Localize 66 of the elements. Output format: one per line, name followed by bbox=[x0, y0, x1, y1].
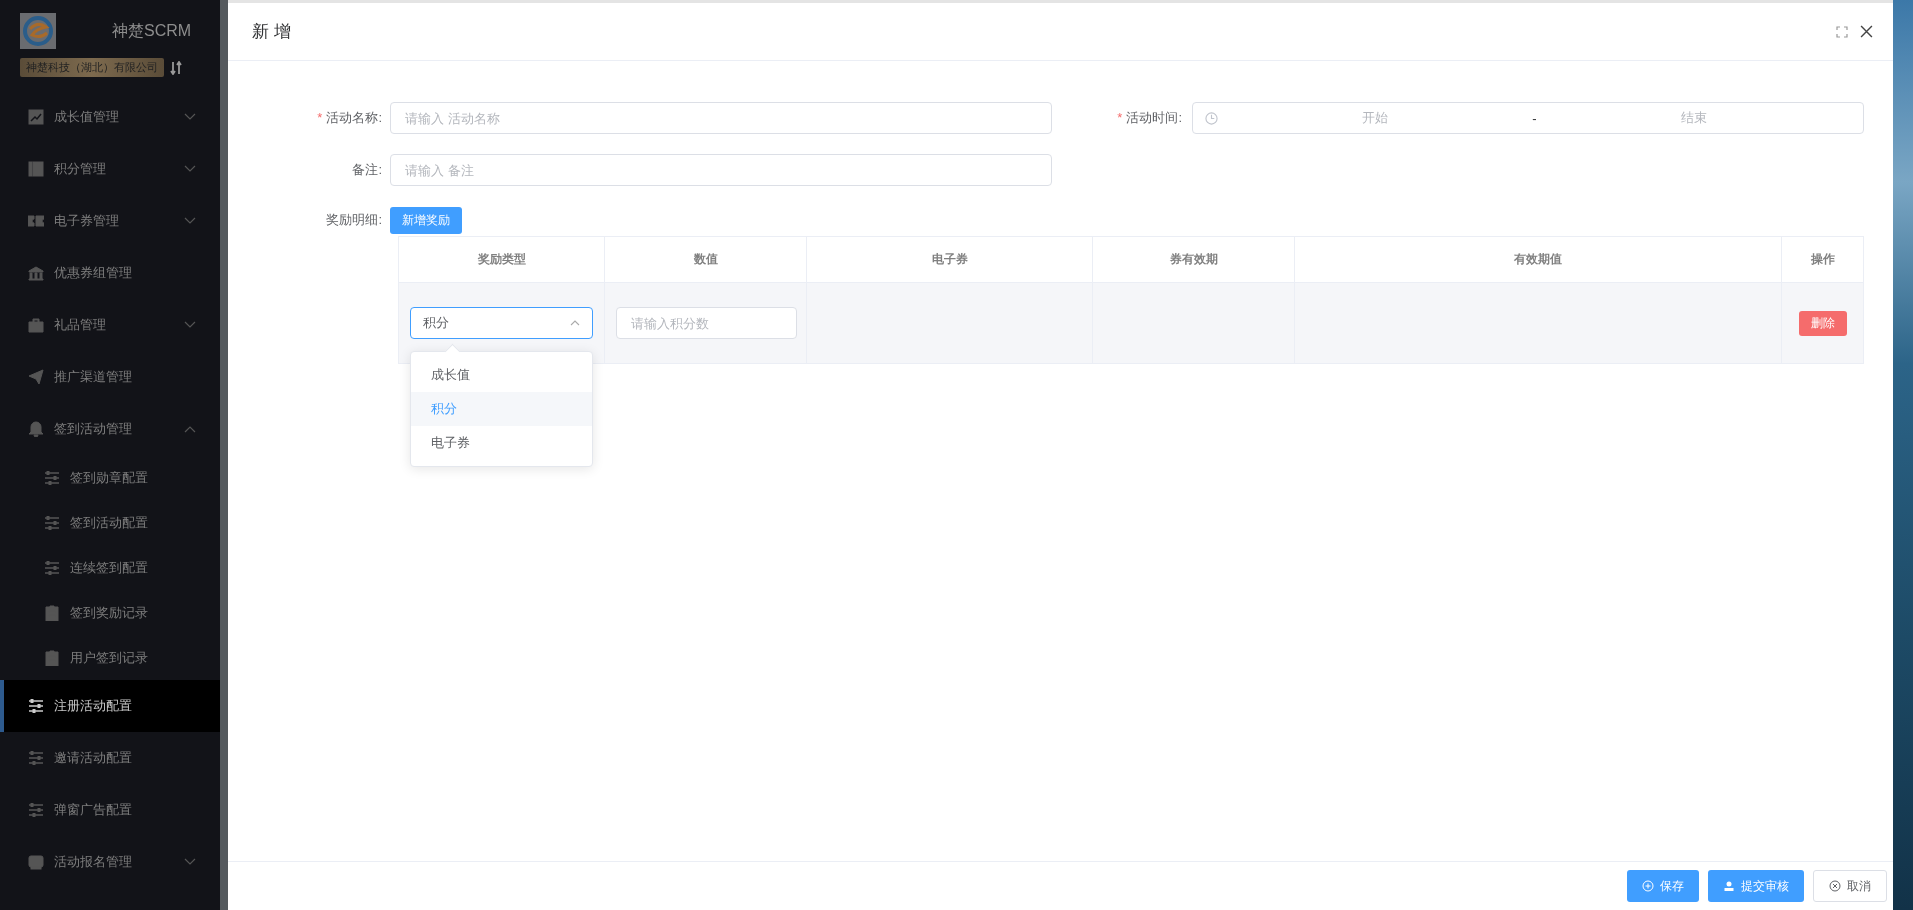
menu-icon bbox=[28, 421, 44, 437]
field-label: 奖励明细: bbox=[325, 211, 383, 229]
dropdown-option[interactable]: 成长值 bbox=[411, 358, 592, 392]
menu-icon bbox=[28, 213, 44, 229]
chevron-icon bbox=[184, 217, 196, 225]
menu-item[interactable]: 邀请活动配置 bbox=[0, 732, 220, 784]
date-range-field[interactable]: 开始 - 结束 bbox=[1192, 102, 1864, 134]
input-field[interactable]: 请输入 活动名称 bbox=[390, 102, 1052, 134]
button-icon bbox=[1829, 880, 1841, 892]
menu-icon bbox=[28, 698, 44, 714]
menu-icon bbox=[28, 750, 44, 766]
menu-item[interactable]: 注册活动配置 bbox=[0, 680, 220, 732]
amount-input[interactable]: 请输入积分数 bbox=[616, 307, 797, 339]
delete-button[interactable]: 删除 bbox=[1798, 310, 1847, 336]
field-label: 备注: bbox=[351, 161, 383, 179]
footer-button[interactable]: 取消 bbox=[1813, 870, 1887, 902]
footer-button[interactable]: 保存 bbox=[1627, 870, 1699, 902]
button-icon bbox=[1723, 880, 1735, 892]
menu-item[interactable]: 电子券管理 bbox=[0, 195, 220, 247]
submenu-item[interactable]: 签到勋章配置 bbox=[0, 455, 220, 500]
submenu-item[interactable]: 用户签到记录 bbox=[0, 635, 220, 680]
add-reward-button[interactable]: 新增奖励 bbox=[390, 206, 462, 234]
menu-item[interactable]: 弹窗广告配置 bbox=[0, 784, 220, 836]
menu-item[interactable]: 签到活动管理 bbox=[0, 403, 220, 455]
menu-item[interactable]: 推广渠道管理 bbox=[0, 351, 220, 403]
clock-icon bbox=[1205, 111, 1218, 125]
menu-icon bbox=[28, 317, 44, 333]
menu-item[interactable]: 成长值管理 bbox=[0, 91, 220, 143]
menu-icon bbox=[44, 649, 60, 666]
menu-icon bbox=[44, 559, 60, 576]
caret-icon bbox=[570, 320, 580, 326]
menu-item[interactable]: 礼品管理 bbox=[0, 299, 220, 351]
menu-item[interactable]: 活动报名管理 bbox=[0, 836, 220, 888]
dropdown-option[interactable]: 电子券 bbox=[411, 426, 592, 460]
reward-type-select[interactable]: 积分 bbox=[410, 307, 593, 339]
field-label: * 活动时间: bbox=[1116, 109, 1183, 127]
menu-icon bbox=[28, 265, 44, 281]
logo-icon bbox=[20, 13, 56, 49]
menu-icon bbox=[28, 802, 44, 818]
close-icon[interactable] bbox=[1860, 25, 1873, 38]
chevron-icon bbox=[184, 858, 196, 866]
menu-item[interactable]: 积分管理 bbox=[0, 143, 220, 195]
submenu-item[interactable]: 连续签到配置 bbox=[0, 545, 220, 590]
footer-button[interactable]: 提交审核 bbox=[1708, 870, 1804, 902]
menu-icon bbox=[44, 604, 60, 621]
chevron-icon bbox=[184, 321, 196, 329]
menu-icon bbox=[28, 161, 44, 177]
field-label: * 活动名称: bbox=[316, 109, 383, 127]
swap-icon[interactable] bbox=[170, 60, 182, 75]
chevron-icon bbox=[184, 113, 196, 121]
menu-icon bbox=[44, 514, 60, 531]
dialog-title: 新 增 bbox=[252, 21, 291, 43]
menu-icon bbox=[28, 369, 44, 385]
button-icon bbox=[1642, 880, 1654, 892]
menu-icon bbox=[44, 469, 60, 486]
brand-name: 神楚SCRM bbox=[112, 20, 192, 41]
submenu-item[interactable]: 签到奖励记录 bbox=[0, 590, 220, 635]
menu-icon bbox=[28, 109, 44, 125]
dropdown-option[interactable]: 积分 bbox=[411, 392, 592, 426]
chevron-icon bbox=[184, 165, 196, 173]
menu-item[interactable]: 优惠券组管理 bbox=[0, 247, 220, 299]
chevron-icon bbox=[184, 425, 196, 433]
submenu-item[interactable]: 签到活动配置 bbox=[0, 500, 220, 545]
menu-icon bbox=[28, 854, 44, 870]
company-badge: 神楚科技（湖北）有限公司 bbox=[20, 58, 164, 77]
input-field[interactable]: 请输入 备注 bbox=[390, 154, 1052, 186]
